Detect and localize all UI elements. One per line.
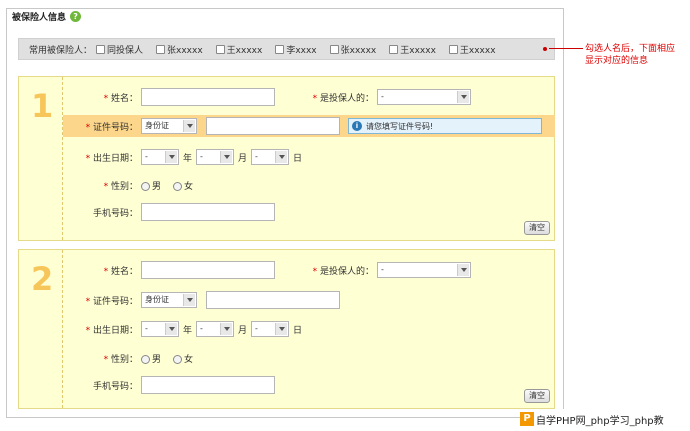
question-icon[interactable]: ?	[70, 11, 82, 22]
id-label: * 证件号码：	[85, 122, 138, 133]
contact-option[interactable]: 李xxxx	[275, 43, 317, 56]
contact-option[interactable]: 王xxxxx	[389, 43, 436, 56]
annotation-note: 勾选人名后，下面相应 显示对应的信息	[585, 44, 676, 66]
watermark: P 自学PHP网_php学习_php教	[520, 409, 690, 429]
birth-label: * 出生日期：	[85, 153, 138, 164]
name-label: * 姓名：	[103, 93, 138, 104]
gender-row: * 性别： 男 女	[63, 174, 193, 196]
phone-label: 手机号码：	[92, 381, 138, 392]
id-number-input[interactable]	[206, 117, 340, 135]
insured-form-1: 1 * 姓名： * 是投保人的： - * 证件号码： 身份证 i 请您填写证件号…	[18, 76, 555, 241]
birth-month-select[interactable]: -	[196, 149, 235, 165]
checkbox[interactable]	[448, 44, 458, 54]
checkbox[interactable]	[329, 44, 339, 54]
watermark-text: 自学PHP网_php学习_php教	[536, 415, 664, 427]
birth-month-select[interactable]: -	[196, 321, 235, 337]
checkbox[interactable]	[156, 44, 166, 54]
gender-female-radio[interactable]: 女	[173, 352, 193, 365]
chevron-down-icon	[165, 323, 177, 335]
name-input[interactable]	[141, 88, 275, 106]
relation-label: * 是投保人的：	[312, 266, 374, 277]
birth-year-select[interactable]: -	[141, 321, 179, 337]
contact-option[interactable]: 王xxxxx	[215, 43, 262, 56]
phone-input[interactable]	[141, 203, 275, 221]
annotation-dot	[543, 47, 547, 51]
chevron-down-icon	[220, 323, 233, 335]
annotation-line	[549, 48, 583, 49]
frequent-insured-label: 常用被保险人：	[29, 45, 93, 56]
id-type-select[interactable]: 身份证	[141, 118, 197, 134]
chevron-down-icon	[275, 151, 288, 163]
birth-row: * 出生日期： - 年 - 月 - 日	[63, 318, 306, 340]
watermark-logo: P	[520, 412, 534, 426]
name-input[interactable]	[141, 261, 275, 279]
chevron-down-icon	[457, 264, 469, 276]
birth-row: * 出生日期： - 年 - 月 - 日	[63, 146, 306, 168]
gender-label: * 性别：	[103, 181, 138, 192]
clear-button[interactable]: 清空	[524, 221, 550, 235]
birth-day-select[interactable]: -	[251, 321, 290, 337]
chevron-down-icon	[183, 294, 195, 306]
chevron-down-icon	[165, 151, 177, 163]
birth-day-select[interactable]: -	[251, 149, 290, 165]
id-number-input[interactable]	[206, 291, 340, 309]
phone-label: 手机号码：	[92, 208, 138, 219]
gender-row: * 性别： 男 女	[63, 347, 193, 369]
id-label: * 证件号码：	[85, 296, 138, 307]
gender-male-radio[interactable]: 男	[141, 179, 161, 192]
id-row: * 证件号码： 身份证	[63, 289, 340, 311]
clear-button[interactable]: 清空	[524, 389, 550, 403]
id-type-select[interactable]: 身份证	[141, 292, 197, 308]
section-title-text: 被保险人信息	[12, 13, 67, 23]
relation-label: * 是投保人的：	[312, 93, 374, 104]
chevron-down-icon	[457, 91, 469, 103]
insured-form-2: 2 * 姓名： * 是投保人的： - * 证件号码： 身份证 * 出生日期： -…	[18, 249, 555, 409]
form-number: 2	[19, 250, 63, 408]
birth-label: * 出生日期：	[85, 325, 138, 336]
phone-row: 手机号码：	[63, 201, 275, 223]
checkbox[interactable]	[275, 44, 285, 54]
checkbox[interactable]	[215, 44, 225, 54]
contact-option[interactable]: 张xxxxx	[329, 43, 376, 56]
info-icon: i	[352, 121, 362, 131]
relation-select[interactable]: -	[377, 89, 471, 105]
section-title: 被保险人信息 ?	[12, 10, 82, 23]
contact-option[interactable]: 同投保人	[96, 43, 143, 56]
chevron-down-icon	[275, 323, 288, 335]
id-tip: i 请您填写证件号码!	[348, 118, 542, 134]
contact-option[interactable]: 张xxxxx	[156, 43, 203, 56]
gender-male-radio[interactable]: 男	[141, 352, 161, 365]
name-label: * 姓名：	[103, 266, 138, 277]
chevron-down-icon	[183, 120, 195, 132]
gender-female-radio[interactable]: 女	[173, 179, 193, 192]
id-row: * 证件号码： 身份证 i 请您填写证件号码!	[63, 115, 555, 137]
chevron-down-icon	[220, 151, 233, 163]
name-row: * 姓名： * 是投保人的： -	[63, 259, 471, 281]
contact-option[interactable]: 王xxxxx	[448, 43, 496, 56]
checkbox[interactable]	[389, 44, 399, 54]
birth-year-select[interactable]: -	[141, 149, 179, 165]
checkbox[interactable]	[96, 44, 106, 54]
phone-row: 手机号码：	[63, 374, 275, 396]
form-number: 1	[19, 77, 63, 240]
phone-input[interactable]	[141, 376, 275, 394]
gender-label: * 性别：	[103, 354, 138, 365]
relation-select[interactable]: -	[377, 262, 471, 278]
frequent-insured-bar: 常用被保险人： 同投保人 张xxxxx 王xxxxx 李xxxx 张xxxxx …	[18, 38, 555, 60]
name-row: * 姓名： * 是投保人的： -	[63, 86, 471, 108]
